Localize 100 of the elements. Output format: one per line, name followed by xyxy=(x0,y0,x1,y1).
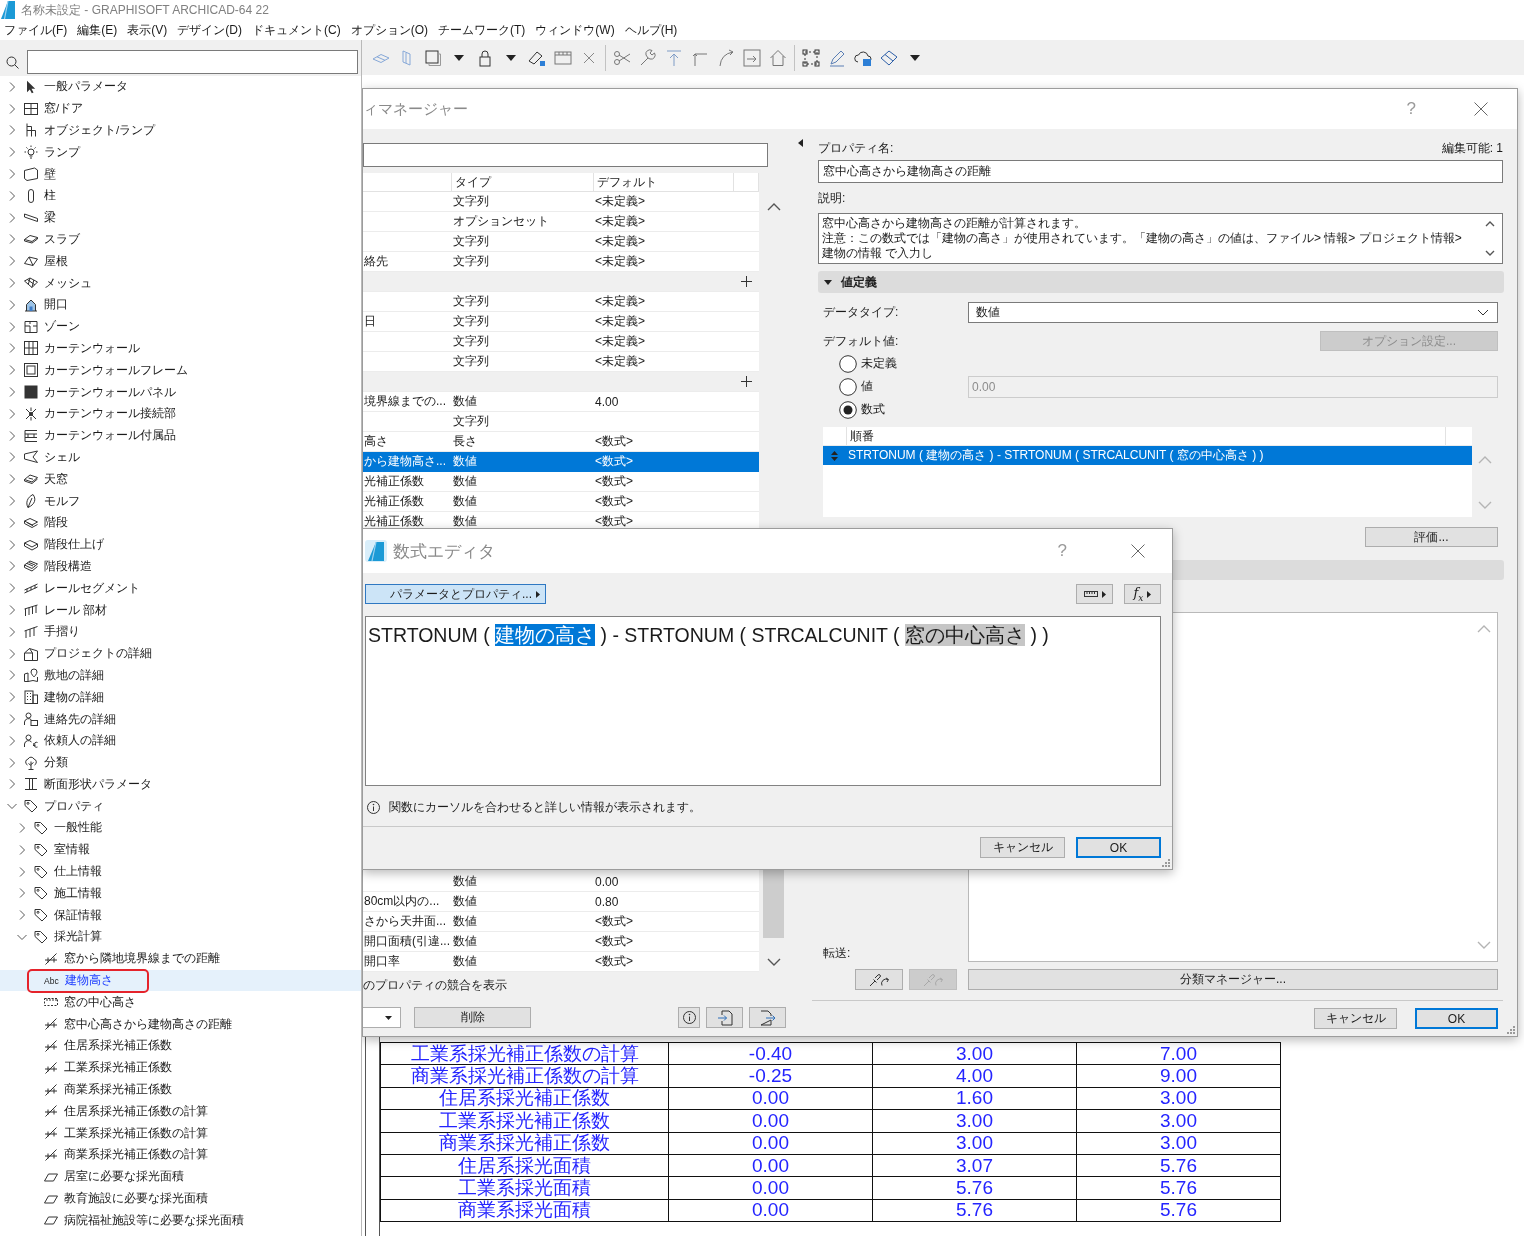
tree-item[interactable]: 住居系採光補正係数 xyxy=(0,1035,361,1057)
formula-field[interactable]: STRTONUM ( 建物の高さ ) - STRTONUM ( STRCALCUNIT ( 窓の中心高さ ) ) xyxy=(365,616,1161,786)
tree-item[interactable]: ランプ xyxy=(0,141,361,164)
tree-item[interactable]: 居室に必要な採光面積 xyxy=(0,1165,361,1188)
tree-item[interactable]: 断面形状パラメータ xyxy=(0,773,361,796)
tree-item[interactable]: 手摺り xyxy=(0,620,361,643)
column-header[interactable]: タイプ xyxy=(452,173,594,191)
table-row[interactable]: 文字列 <未定義> xyxy=(363,332,759,352)
table-row[interactable]: オプションセット <未定義> xyxy=(363,212,759,232)
menu-item[interactable]: オプション(O) xyxy=(350,21,428,39)
transfer-button[interactable] xyxy=(855,969,903,990)
tree-item[interactable]: 壁 xyxy=(0,163,361,185)
tree-item[interactable]: 病院福祉施設等に必要な採光面積 xyxy=(0,1209,361,1232)
tree-item[interactable]: 階段仕上げ xyxy=(0,533,361,556)
tree-item[interactable]: 連絡先の詳細 xyxy=(0,708,361,730)
tree-item[interactable]: プロジェクトの詳細 xyxy=(0,642,361,665)
table-row[interactable]: さから天井面... 数値 <数式> xyxy=(363,912,759,932)
close-icon[interactable] xyxy=(1131,544,1145,558)
tree-item[interactable]: カーテンウォール接続部 xyxy=(0,402,361,425)
tree-item[interactable]: Abc 建物高さ xyxy=(0,969,361,992)
tree-item[interactable]: ゾーン xyxy=(0,315,361,338)
tree-item[interactable]: 商業系採光補正係数 xyxy=(0,1078,361,1101)
menu-item[interactable]: 編集(E) xyxy=(77,21,118,39)
tree-item[interactable]: カーテンウォール付属品 xyxy=(0,424,361,447)
tree-item[interactable]: 開口 xyxy=(0,293,361,316)
tree-item[interactable]: 工業系採光補正係数 xyxy=(0,1056,361,1079)
cancel-button[interactable]: キャンセル xyxy=(1314,1008,1397,1029)
tree-item[interactable]: 工業系採光補正係数の計算 xyxy=(0,1122,361,1145)
tree-item[interactable]: カーテンウォールフレーム xyxy=(0,359,361,382)
lock-icon[interactable] xyxy=(476,48,494,67)
function-button[interactable]: f$_{x}$ xyxy=(1124,584,1161,604)
radio-button[interactable]: 数式 xyxy=(839,400,885,419)
tree-item[interactable]: プロパティ xyxy=(0,795,361,818)
tree-item[interactable]: メッシュ xyxy=(0,272,361,294)
menu-item[interactable]: ドキュメント(C) xyxy=(252,21,341,39)
caret-down-icon[interactable] xyxy=(910,54,920,61)
table-row[interactable]: 光補正係数 数値 <数式> xyxy=(363,472,759,492)
search-field[interactable] xyxy=(363,143,768,167)
tree-item[interactable]: 天窓 xyxy=(0,468,361,491)
chevron-up-icon[interactable] xyxy=(766,203,781,211)
tree-item[interactable]: カーテンウォール xyxy=(0,337,361,360)
house-icon[interactable] xyxy=(769,48,787,67)
units-button[interactable] xyxy=(1076,584,1113,604)
tree-item[interactable]: 一般性能 xyxy=(0,817,361,839)
pencil-icon[interactable] xyxy=(828,48,846,67)
tree-item[interactable]: 依頼人の詳細 xyxy=(0,729,361,752)
tree-item[interactable]: 窓の中心高さ xyxy=(0,991,361,1014)
radio-button[interactable]: 未定義 xyxy=(839,354,897,373)
tree-item[interactable]: 敷地の詳細 xyxy=(0,664,361,687)
column-header[interactable]: デフォルト xyxy=(594,173,734,191)
tree-item[interactable]: 柱 xyxy=(0,185,361,207)
tree-item[interactable]: 階段 xyxy=(0,511,361,534)
diamond-icon[interactable] xyxy=(880,48,898,67)
tree-item[interactable]: 仕上情報 xyxy=(0,860,361,883)
table-row[interactable]: 80cm以内の... 数値 0.80 xyxy=(363,892,759,912)
align-top-icon[interactable] xyxy=(665,48,683,67)
tree-item[interactable]: 窓中心高さから建物高さの距離 xyxy=(0,1013,361,1036)
tree-item[interactable]: シェル xyxy=(0,446,361,469)
table-row[interactable]: 数値 0.00 xyxy=(363,872,759,892)
tree-item[interactable]: カーテンウォールパネル xyxy=(0,381,361,403)
tree-item[interactable]: 採光計算 xyxy=(0,926,361,948)
tree-item[interactable]: 梁 xyxy=(0,206,361,229)
menu-item[interactable]: 表示(V) xyxy=(127,21,168,39)
option-label[interactable]: のプロパティの競合を表示 xyxy=(363,977,507,994)
export-button[interactable] xyxy=(749,1007,786,1028)
menu-item[interactable]: ウィンドウ(W) xyxy=(535,21,615,39)
ok-button[interactable]: OK xyxy=(1076,837,1161,858)
tree-item[interactable]: 窓/ドア xyxy=(0,97,361,120)
scissors-icon[interactable] xyxy=(613,48,631,67)
tree-item[interactable]: 保証情報 xyxy=(0,904,361,927)
tree-item[interactable]: 建物の詳細 xyxy=(0,686,361,709)
square-icon[interactable] xyxy=(424,48,442,67)
close-icon[interactable] xyxy=(1474,102,1488,116)
tree-item[interactable]: 窓から隣地境界線までの距離 xyxy=(0,947,361,970)
delete-button[interactable]: 削除 xyxy=(414,1007,531,1028)
menu-item[interactable]: ファイル(F) xyxy=(4,21,68,39)
table-row[interactable]: 文字列 <未定義> xyxy=(363,232,759,252)
name-field[interactable]: 窓中心高さから建物高さの距離 xyxy=(818,160,1503,183)
tree-item[interactable]: オブジェクト/ランプ xyxy=(0,119,361,142)
import-button[interactable] xyxy=(706,1007,743,1028)
tree-item[interactable]: モルフ xyxy=(0,490,361,512)
evaluate-button[interactable]: 評価... xyxy=(1365,527,1498,547)
tree-item[interactable]: 住居系採光補正係数の計算 xyxy=(0,1100,361,1123)
table-row[interactable]: 文字列 xyxy=(363,412,759,432)
triangle-left-icon[interactable] xyxy=(798,139,803,147)
section-header[interactable]: 値定義 xyxy=(818,271,1504,293)
radio-button[interactable]: 値 xyxy=(839,377,873,396)
wrench-icon[interactable] xyxy=(639,48,657,67)
menu-item[interactable]: チームワーク(T) xyxy=(438,21,526,39)
ok-button[interactable]: OK xyxy=(1415,1008,1498,1029)
chevron-down-icon[interactable] xyxy=(766,958,781,966)
arrow-box-icon[interactable] xyxy=(743,48,761,67)
parameters-button[interactable]: パラメータとプロパティ... xyxy=(365,584,546,604)
dropdown-field[interactable]: 数値 xyxy=(968,302,1498,323)
info-button[interactable] xyxy=(678,1007,700,1028)
plus-icon[interactable] xyxy=(741,376,752,387)
table-row[interactable]: 開口面積(引違... 数値 <数式> xyxy=(363,932,759,952)
chevron-down-icon[interactable] xyxy=(1485,250,1495,256)
tree-item[interactable]: 一般パラメータ xyxy=(0,76,361,98)
table-row[interactable]: 日 文字列 <未定義> xyxy=(363,312,759,332)
